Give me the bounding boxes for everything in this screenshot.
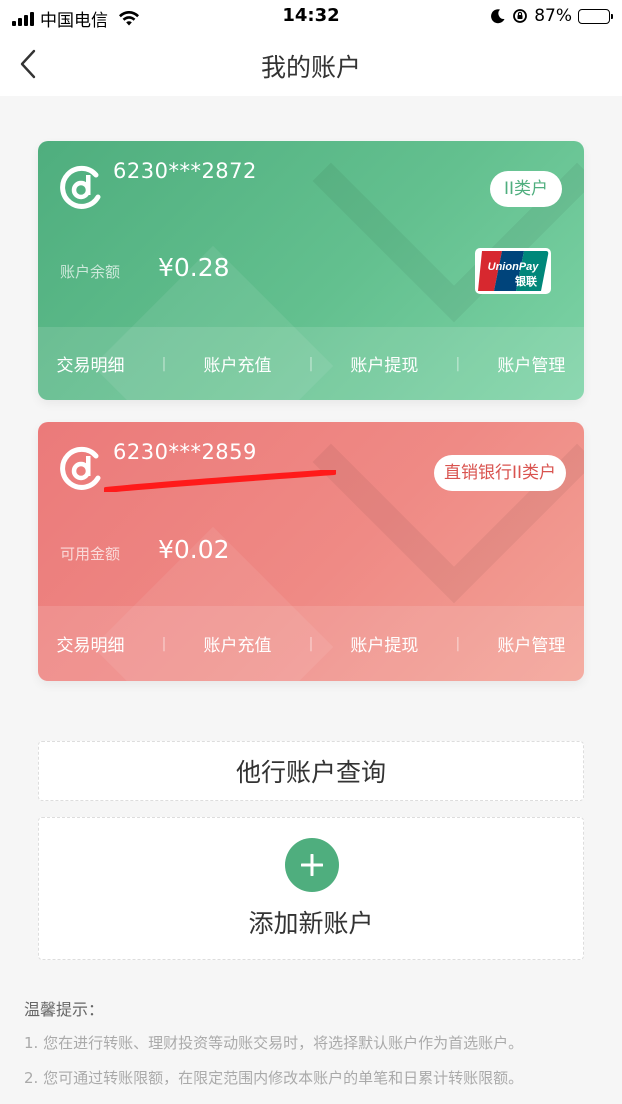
balance-value: ¥0.02 bbox=[158, 535, 230, 564]
add-account-label: 添加新账户 bbox=[248, 909, 374, 938]
account-type-badge[interactable]: 直销银行II类户 bbox=[433, 455, 566, 491]
tips-title: 温馨提示： bbox=[24, 1000, 105, 1019]
divider: | bbox=[308, 355, 314, 372]
divider: | bbox=[161, 355, 167, 372]
divider: | bbox=[308, 635, 314, 652]
card-decoration bbox=[312, 141, 584, 323]
card-number: 6230***2872 bbox=[113, 159, 257, 183]
rotation-lock-icon bbox=[513, 9, 528, 23]
battery-percent: 87% bbox=[534, 6, 572, 26]
svg-text:UnionPay: UnionPay bbox=[488, 261, 540, 273]
navigation-bar: 我的账户 bbox=[0, 32, 622, 96]
divider: | bbox=[455, 635, 461, 652]
tip-item: 2. 您可通过转账限额，在限定范围内修改本账户的单笔和日累计转账限额。 bbox=[24, 1069, 524, 1087]
bank-logo-icon bbox=[60, 446, 101, 490]
status-bar: 中国电信 14:32 87% bbox=[0, 0, 622, 32]
card-actions: 交易明细 | 账户充值 | 账户提现 | 账户管理 bbox=[38, 327, 584, 400]
account-card-direct-bank[interactable]: 6230***2859 直销银行II类户 可用金额 ¥0.02 交易明细 | 账… bbox=[38, 422, 584, 681]
account-type-badge[interactable]: II类户 bbox=[489, 171, 562, 207]
bank-logo-icon bbox=[60, 165, 101, 209]
divider: | bbox=[161, 635, 167, 652]
annotation-strike-mark bbox=[104, 470, 336, 492]
other-bank-query-label: 他行账户查询 bbox=[235, 758, 386, 787]
transaction-details-button[interactable]: 交易明细 bbox=[57, 631, 125, 656]
transaction-details-button[interactable]: 交易明细 bbox=[57, 351, 125, 376]
balance-label: 账户余额 bbox=[60, 263, 121, 281]
account-management-button[interactable]: 账户管理 bbox=[497, 351, 565, 376]
top-up-button[interactable]: 账户充值 bbox=[203, 351, 271, 376]
divider: | bbox=[455, 355, 461, 372]
battery-icon bbox=[578, 8, 613, 24]
card-number: 6230***2859 bbox=[113, 440, 257, 464]
balance-value: ¥0.28 bbox=[158, 253, 230, 282]
plus-icon bbox=[285, 838, 339, 892]
account-card-primary[interactable]: 6230***2872 II类户 账户余额 ¥0.28 UnionPay 银联 … bbox=[38, 141, 584, 400]
svg-text:银联: 银联 bbox=[515, 274, 537, 288]
page-title: 我的账户 bbox=[260, 53, 361, 82]
card-actions: 交易明细 | 账户充值 | 账户提现 | 账户管理 bbox=[38, 606, 584, 681]
top-up-button[interactable]: 账户充值 bbox=[203, 631, 271, 656]
add-account-button[interactable]: 添加新账户 bbox=[38, 817, 584, 960]
tip-item: 1. 您在进行转账、理财投资等动账交易时，将选择默认账户作为首选账户。 bbox=[24, 1034, 524, 1052]
withdraw-button[interactable]: 账户提现 bbox=[350, 351, 418, 376]
status-right: 87% bbox=[490, 6, 613, 26]
card-decoration bbox=[312, 422, 584, 604]
moon-icon bbox=[491, 9, 505, 24]
other-bank-query-button[interactable]: 他行账户查询 bbox=[38, 741, 584, 801]
withdraw-button[interactable]: 账户提现 bbox=[350, 631, 418, 656]
balance-label: 可用金额 bbox=[60, 545, 121, 563]
unionpay-logo: UnionPay 银联 bbox=[475, 248, 551, 294]
account-management-button[interactable]: 账户管理 bbox=[497, 631, 565, 656]
